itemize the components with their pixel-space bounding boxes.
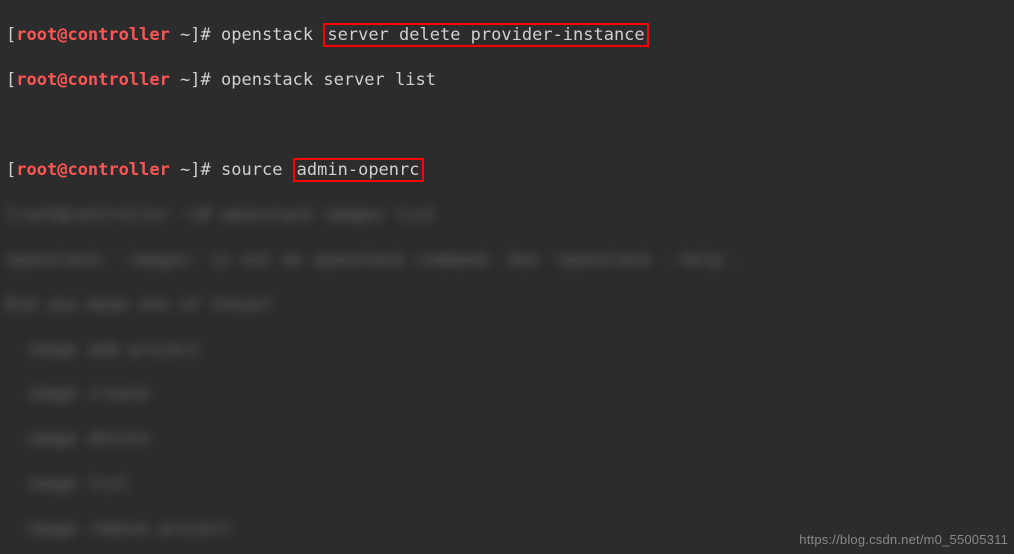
blurred-line: image list (6, 473, 1008, 495)
cmd-3-pre: source (221, 160, 293, 180)
cmd-3-highlight: admin-openrc (293, 158, 424, 182)
prompt-user: root (16, 160, 57, 180)
blurred-line: image delete (6, 428, 1008, 450)
cmd-1-highlight: server delete provider-instance (323, 23, 648, 47)
prompt-lbracket: [ (6, 25, 16, 45)
prompt-rbracket: ]# (190, 25, 221, 45)
prompt-host: controller (67, 25, 169, 45)
prompt-at: @ (57, 25, 67, 45)
csdn-watermark: https://blog.csdn.net/m0_55005311 (799, 531, 1008, 548)
prompt-user: root (16, 25, 57, 45)
prompt-host: controller (67, 160, 169, 180)
blurred-line: [root@controller ~]# openstack images li… (6, 204, 1008, 226)
blurred-line: openstack: 'images' is not an openstack … (6, 249, 1008, 271)
prompt-at: @ (57, 70, 67, 90)
prompt-lbracket: [ (6, 160, 16, 180)
prompt-user: root (16, 70, 57, 90)
cmd-1-pre: openstack (221, 25, 323, 45)
prompt-tilde: ~ (170, 160, 190, 180)
terminal-output: [root@controller ~]# openstack server de… (0, 0, 1014, 554)
prompt-rbracket: ]# (190, 160, 221, 180)
prompt-tilde: ~ (170, 25, 190, 45)
prompt-at: @ (57, 160, 67, 180)
blurred-line: image create (6, 383, 1008, 405)
prompt-host: controller (67, 70, 169, 90)
prompt-tilde: ~ (170, 70, 190, 90)
blurred-line: Did you mean one of these? (6, 294, 1008, 316)
blurred-line: image add project (6, 339, 1008, 361)
prompt-rbracket: ]# (190, 70, 221, 90)
prompt-lbracket: [ (6, 70, 16, 90)
cmd-2: openstack server list (221, 70, 436, 90)
